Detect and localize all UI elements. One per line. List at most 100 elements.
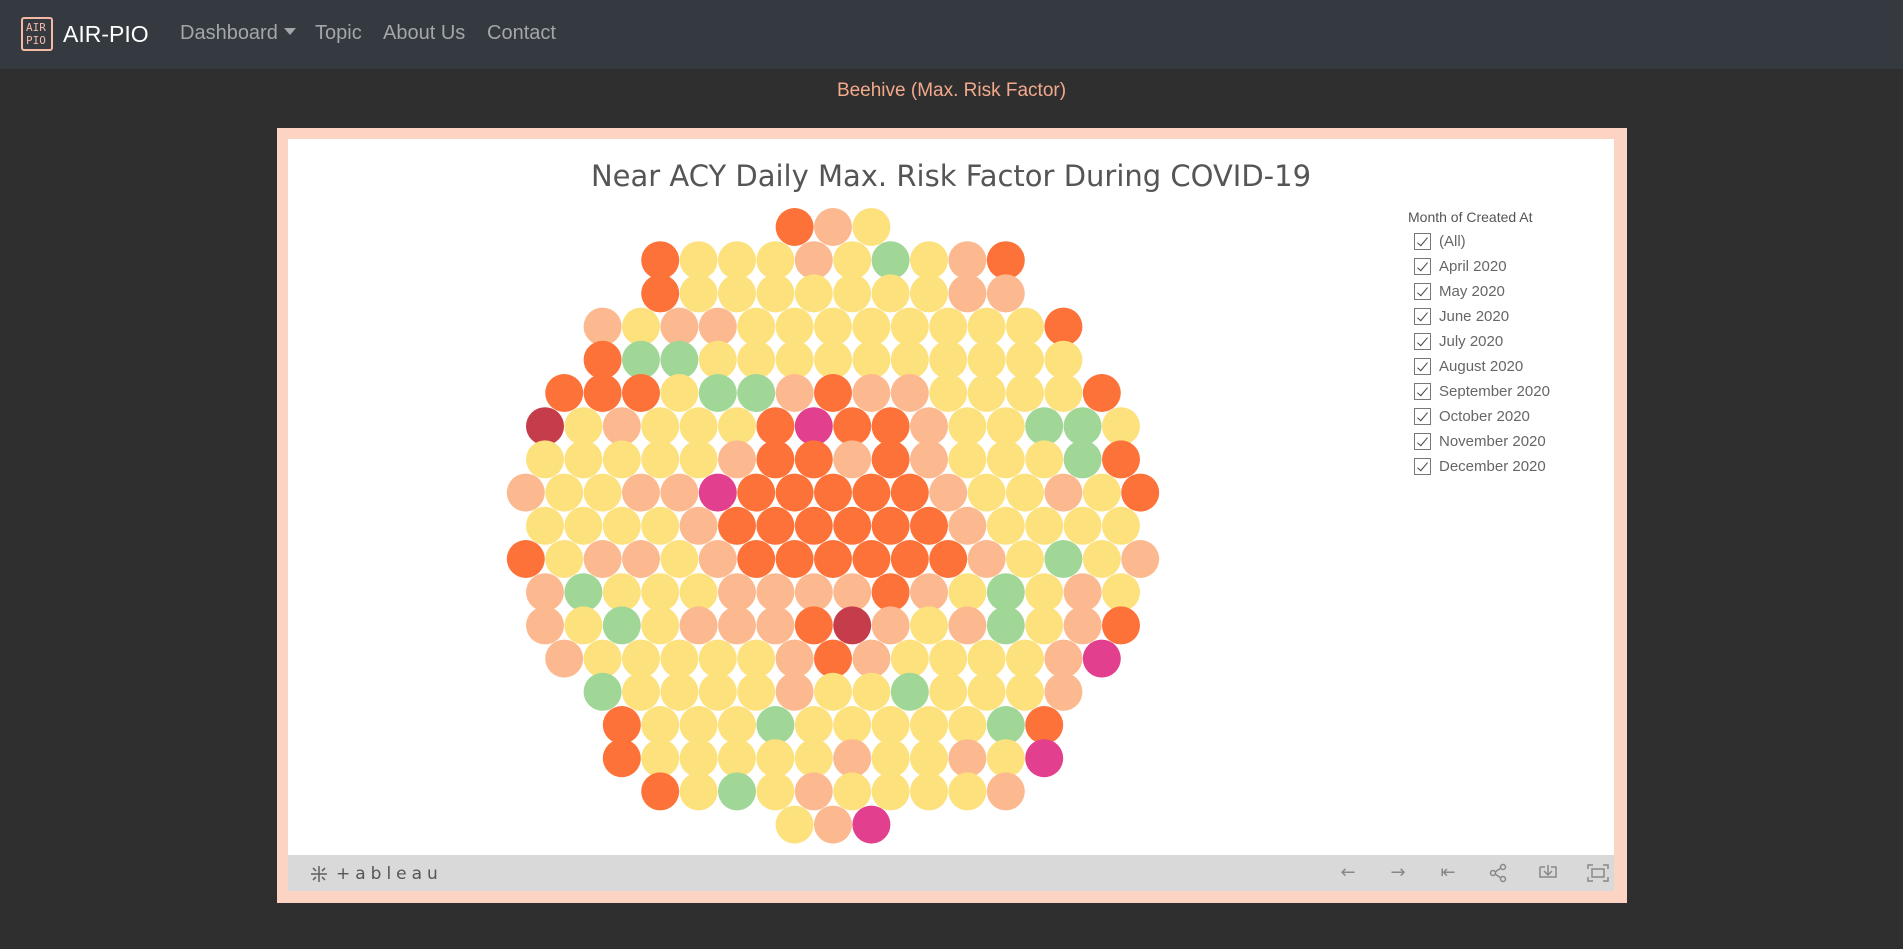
risk-day-bubble[interactable] xyxy=(737,374,776,412)
risk-day-bubble[interactable] xyxy=(775,672,814,711)
risk-day-bubble[interactable] xyxy=(814,540,852,578)
risk-day-bubble[interactable] xyxy=(622,639,660,678)
risk-day-bubble[interactable] xyxy=(602,706,641,744)
risk-day-bubble[interactable] xyxy=(698,374,737,412)
risk-day-bubble[interactable] xyxy=(814,374,852,412)
risk-day-bubble[interactable] xyxy=(852,340,891,379)
risk-day-bubble[interactable] xyxy=(948,407,987,446)
checkbox-checked-icon[interactable] xyxy=(1414,408,1431,425)
risk-day-bubble[interactable] xyxy=(679,241,718,280)
risk-day-bubble[interactable] xyxy=(641,772,680,811)
download-button[interactable] xyxy=(1535,863,1561,883)
risk-day-bubble[interactable] xyxy=(698,639,737,678)
tableau-logo[interactable]: +ableau xyxy=(308,863,443,885)
risk-day-bubble[interactable] xyxy=(641,506,680,545)
risk-day-bubble[interactable] xyxy=(756,407,795,446)
risk-day-bubble[interactable] xyxy=(871,573,910,612)
risk-day-bubble[interactable] xyxy=(1102,573,1140,612)
risk-day-bubble[interactable] xyxy=(1044,340,1083,379)
legend-item[interactable]: October 2020 xyxy=(1408,404,1608,429)
risk-day-bubble[interactable] xyxy=(641,440,680,479)
risk-day-bubble[interactable] xyxy=(1102,440,1140,479)
risk-day-bubble[interactable] xyxy=(890,672,929,711)
risk-day-bubble[interactable] xyxy=(910,506,948,545)
nav-contact[interactable]: Contact xyxy=(487,22,556,45)
risk-day-bubble[interactable] xyxy=(948,274,987,313)
risk-day-bubble[interactable] xyxy=(814,805,852,844)
risk-day-bubble[interactable] xyxy=(929,639,968,678)
risk-day-bubble[interactable] xyxy=(948,241,987,280)
checkbox-checked-icon[interactable] xyxy=(1414,308,1431,325)
risk-day-bubble[interactable] xyxy=(986,772,1025,811)
redo-button[interactable]: → xyxy=(1385,863,1411,883)
risk-day-bubble[interactable] xyxy=(871,606,910,645)
risk-day-bubble[interactable] xyxy=(967,672,1006,711)
checkbox-checked-icon[interactable] xyxy=(1414,233,1431,250)
risk-day-bubble[interactable] xyxy=(564,440,603,479)
risk-day-bubble[interactable] xyxy=(698,473,737,512)
checkbox-checked-icon[interactable] xyxy=(1414,358,1431,375)
risk-day-bubble[interactable] xyxy=(756,739,795,778)
risk-day-bubble[interactable] xyxy=(948,573,987,612)
risk-day-bubble[interactable] xyxy=(679,440,718,479)
risk-day-bubble[interactable] xyxy=(679,606,718,645)
share-button[interactable] xyxy=(1485,863,1511,883)
risk-day-bubble[interactable] xyxy=(641,606,680,645)
risk-day-bubble[interactable] xyxy=(641,573,680,612)
risk-day-bubble[interactable] xyxy=(967,639,1006,678)
risk-day-bubble[interactable] xyxy=(737,540,776,578)
risk-day-bubble[interactable] xyxy=(737,473,776,512)
risk-day-bubble[interactable] xyxy=(1082,374,1121,412)
risk-day-bubble[interactable] xyxy=(1102,407,1140,446)
risk-day-bubble[interactable] xyxy=(756,274,795,313)
risk-day-bubble[interactable] xyxy=(852,540,891,578)
checkbox-checked-icon[interactable] xyxy=(1414,258,1431,275)
risk-day-bubble[interactable] xyxy=(814,639,852,678)
nav-topic[interactable]: Topic xyxy=(315,22,362,45)
risk-day-bubble[interactable] xyxy=(602,606,641,645)
risk-day-bubble[interactable] xyxy=(641,241,680,280)
risk-day-bubble[interactable] xyxy=(526,606,564,645)
risk-day-bubble[interactable] xyxy=(948,706,987,744)
risk-day-bubble[interactable] xyxy=(756,772,795,811)
legend-item[interactable]: September 2020 xyxy=(1408,379,1608,404)
risk-day-bubble[interactable] xyxy=(679,772,718,811)
risk-day-bubble[interactable] xyxy=(794,440,833,479)
risk-day-bubble[interactable] xyxy=(833,739,872,778)
risk-day-bubble[interactable] xyxy=(910,706,948,744)
risk-day-bubble[interactable] xyxy=(1044,307,1083,346)
risk-day-bubble[interactable] xyxy=(641,706,680,744)
risk-day-bubble[interactable] xyxy=(814,340,852,379)
risk-day-bubble[interactable] xyxy=(1006,374,1044,412)
risk-day-bubble[interactable] xyxy=(679,706,718,744)
risk-day-bubble[interactable] xyxy=(775,540,814,578)
risk-day-bubble[interactable] xyxy=(967,340,1006,379)
risk-day-bubble[interactable] xyxy=(660,473,699,512)
risk-day-bubble[interactable] xyxy=(698,307,737,346)
risk-day-bubble[interactable] xyxy=(660,307,699,346)
risk-day-bubble[interactable] xyxy=(718,706,756,744)
risk-day-bubble[interactable] xyxy=(756,440,795,479)
risk-day-bubble[interactable] xyxy=(775,307,814,346)
risk-day-bubble[interactable] xyxy=(756,506,795,545)
risk-day-bubble[interactable] xyxy=(967,540,1006,578)
risk-day-bubble[interactable] xyxy=(564,407,603,446)
risk-day-bubble[interactable] xyxy=(1082,473,1121,512)
risk-day-bubble[interactable] xyxy=(814,307,852,346)
risk-day-bubble[interactable] xyxy=(833,440,872,479)
risk-day-bubble[interactable] xyxy=(660,340,699,379)
risk-day-bubble[interactable] xyxy=(986,274,1025,313)
checkbox-checked-icon[interactable] xyxy=(1414,383,1431,400)
risk-day-bubble[interactable] xyxy=(948,739,987,778)
risk-day-bubble[interactable] xyxy=(1025,739,1064,778)
risk-day-bubble[interactable] xyxy=(583,672,622,711)
risk-day-bubble[interactable] xyxy=(660,639,699,678)
risk-day-bubble[interactable] xyxy=(756,241,795,280)
risk-day-bubble[interactable] xyxy=(871,506,910,545)
risk-day-bubble[interactable] xyxy=(833,573,872,612)
risk-day-bubble[interactable] xyxy=(564,506,603,545)
risk-day-bubble[interactable] xyxy=(794,706,833,744)
risk-day-bubble[interactable] xyxy=(679,407,718,446)
revert-button[interactable]: ⇤ xyxy=(1435,863,1461,883)
legend-item[interactable]: August 2020 xyxy=(1408,354,1608,379)
